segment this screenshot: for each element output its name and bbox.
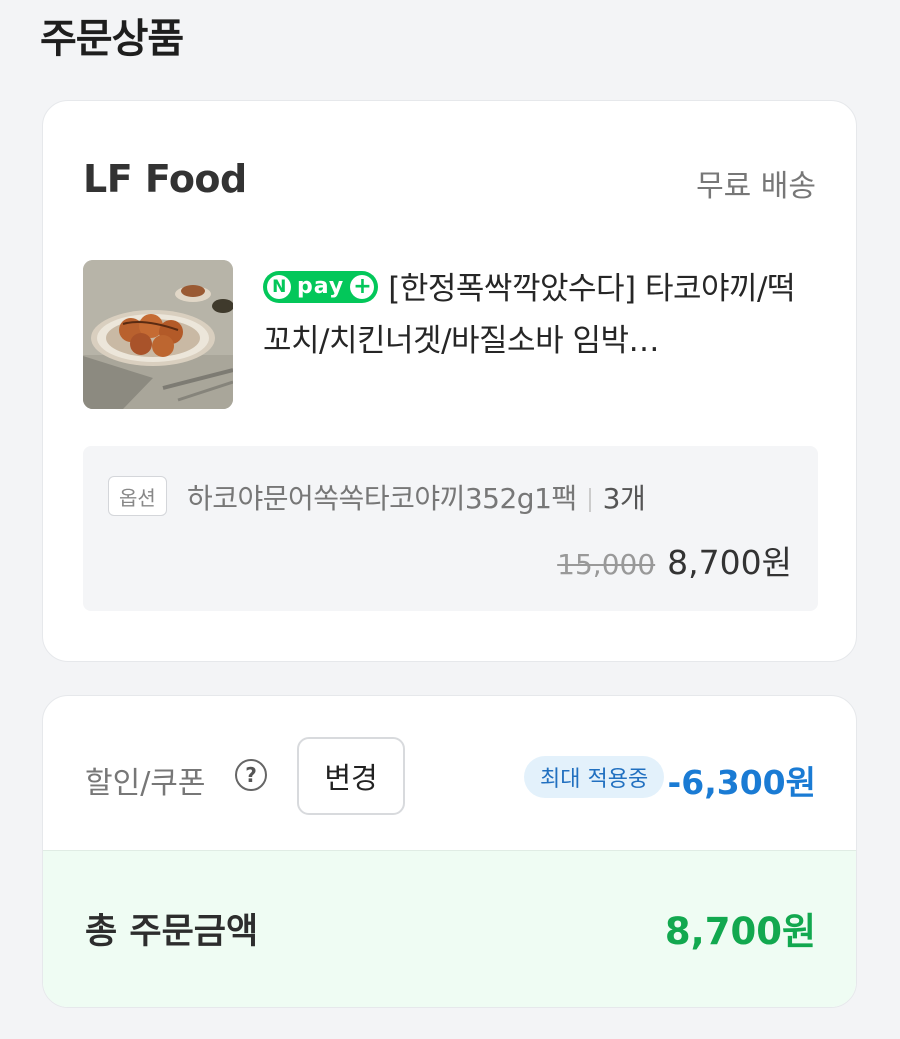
discount-amount: -6,300원 [667,763,816,802]
total-order-amount: 8,700원 [664,910,816,953]
store-name[interactable]: LF Food [83,157,247,201]
total-order-label: 총 주문금액 [85,912,259,952]
sale-price: 8,700원 [667,543,792,582]
price-row: 15,000 8,700원 [557,536,792,584]
product-title-block[interactable]: N pay + [한정폭싹깍았수다] 타코야끼/떡꼬치/치킨너겟/바질소바 임박… [263,263,823,367]
option-detail: 하코야문어쏙쏙타코야끼352g1팩 3개 [187,477,646,517]
section-title: 주문상품 [40,16,184,62]
help-icon[interactable]: ? [235,759,267,791]
total-order-section: 총 주문금액 8,700원 [43,850,856,1007]
npay-plus-badge: N pay + [263,270,379,303]
shipping-info: 무료 배송 [696,169,816,204]
change-coupon-button[interactable]: 변경 [297,737,405,815]
max-applied-badge: 최대 적용중 [524,756,665,798]
payment-card: 할인/쿠폰 ? 변경 최대 적용중 -6,300원 총 주문금액 8,700원 [42,695,857,1008]
product-thumbnail[interactable] [83,260,233,409]
npay-label: pay [297,273,345,299]
option-quantity: 3개 [602,482,646,515]
store-card: LF Food 무료 배송 N pay + [한정폭싹깍았수다] 타코야끼/떡꼬… [42,100,857,662]
npay-n-icon: N [267,274,291,299]
option-name: 하코야문어쏙쏙타코야끼352g1팩 [187,482,577,515]
option-divider [588,488,591,512]
plus-icon: + [350,274,375,299]
option-badge: 옵션 [108,476,167,516]
original-price: 15,000 [557,548,656,581]
discount-coupon-label: 할인/쿠폰 [85,766,206,801]
option-box: 옵션 하코야문어쏙쏙타코야끼352g1팩 3개 15,000 8,700원 [83,446,818,611]
